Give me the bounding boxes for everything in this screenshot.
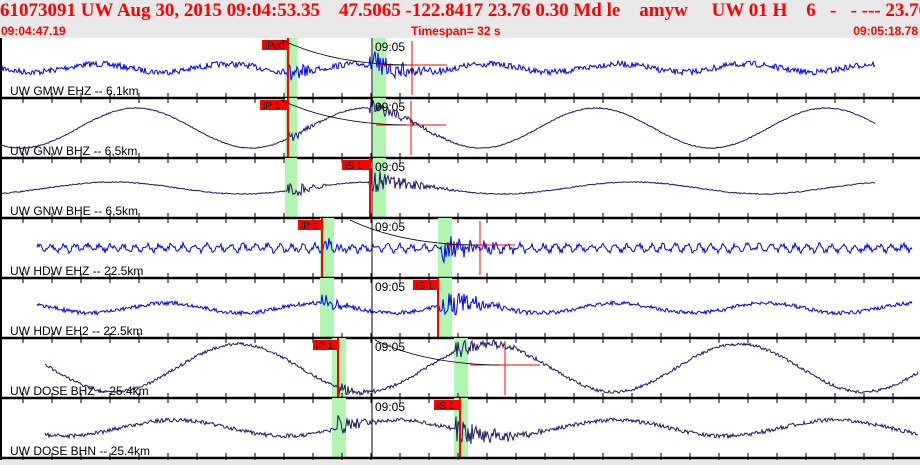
pick-label: iS 1 <box>437 401 455 412</box>
pick-label: iP 1 <box>263 101 280 112</box>
pick-label: iP 1 <box>316 341 333 352</box>
channel-label: UW GNW BHZ -- 6,5km <box>10 144 137 158</box>
start-time: 09:04:47.19 <box>1 24 66 38</box>
time-label: 09:05 <box>375 100 405 114</box>
channel-label: UW DOSE BHZ -- 25.4km <box>10 384 149 398</box>
channel-label: UW DOSE BHN -- 25.4km <box>10 444 150 458</box>
channel-trace[interactable]: iS 1 09:05 UW HDW EH2 -- 22.5km <box>0 278 920 343</box>
channel-trace[interactable]: iS 1 09:05 UW GNW BHE -- 6,5km <box>0 158 920 223</box>
end-time: 09:05:18.78 <box>853 24 918 38</box>
timespan: Timespan= 32 s <box>411 24 501 38</box>
waveform <box>36 292 913 317</box>
time-label: 09:05 <box>375 220 405 234</box>
waveform <box>1 51 876 82</box>
channel-trace[interactable]: iPc0 09:05 UW GMW EHZ -- 6,1km <box>0 38 920 103</box>
pick-window <box>438 278 452 338</box>
pick-window <box>285 158 297 218</box>
channel-trace[interactable]: iP 1 09:05 UW GNW BHZ -- 6,5km <box>0 98 920 163</box>
pick-label: iS 1 <box>345 161 363 172</box>
waveform <box>44 339 919 397</box>
channel-label: UW GNW BHE -- 6,5km <box>10 204 138 218</box>
travel-time-curve <box>349 219 476 246</box>
channel-label: UW HDW EH2 -- 22.5km <box>10 324 143 338</box>
channel-label: UW GMW EHZ -- 6,1km <box>10 84 139 98</box>
pick-label: iS 1 <box>416 281 434 292</box>
waveform <box>44 415 918 445</box>
waveform <box>1 167 876 197</box>
time-label: 09:05 <box>375 340 405 354</box>
time-label: 09:05 <box>375 160 405 174</box>
channel-label: UW HDW EHZ -- 22.5km <box>10 264 143 278</box>
channel-trace[interactable]: iP 1 09:05 UW DOSE BHZ -- 25.4km <box>0 338 920 403</box>
pick-window <box>320 278 334 338</box>
time-label: 09:05 <box>375 400 405 414</box>
time-label: 09:05 <box>375 280 405 294</box>
seismogram-panel[interactable]: iPc0 09:05 UW GMW EHZ -- 6,1km iP 1 09:05 UW … <box>0 38 920 463</box>
time-label: 09:05 <box>375 40 405 54</box>
pick-window <box>332 398 346 458</box>
waveform <box>36 236 913 265</box>
pick-label: iPc0 <box>265 41 285 52</box>
waveform <box>1 99 876 150</box>
channel-trace[interactable]: iS 1 09:05 UW DOSE BHN -- 25.4km <box>0 398 920 463</box>
event-header: 61073091 UW Aug 30, 2015 09:04:53.35 47.… <box>0 0 920 21</box>
pick-label: iP 1 <box>301 221 318 232</box>
channel-trace[interactable]: iP 1 09:05 UW HDW EHZ -- 22.5km <box>0 218 920 283</box>
